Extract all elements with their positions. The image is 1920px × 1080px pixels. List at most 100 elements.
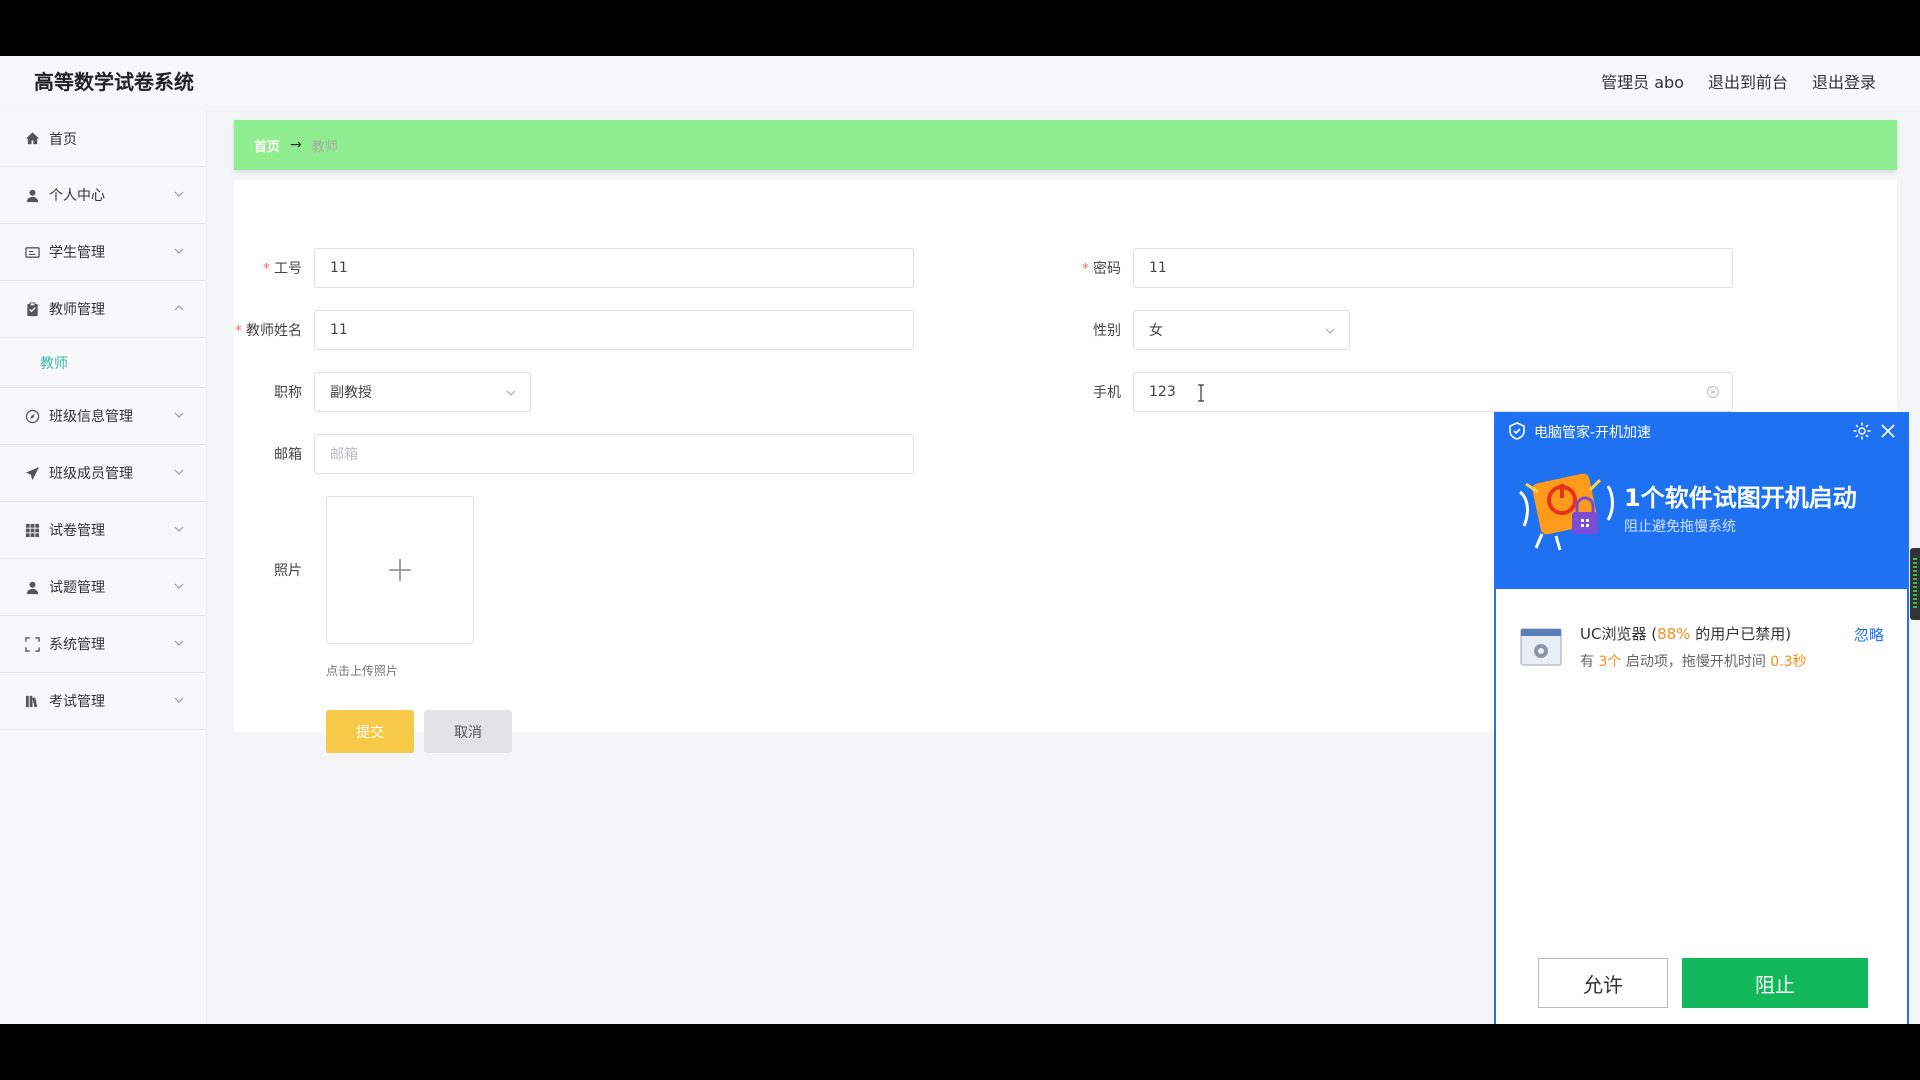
popup-subline: 阻止避免拖慢系统 <box>1624 519 1736 535</box>
ignore-link[interactable]: 忽略 <box>1854 624 1884 645</box>
sidebar-item-teacher-management[interactable]: 教师管理 <box>0 281 206 338</box>
sidebar-item-class-info[interactable]: 班级信息管理 <box>0 388 206 445</box>
mima-input[interactable]: 11 <box>1133 248 1733 288</box>
sidebar-item-label: 试题管理 <box>49 580 105 596</box>
gonghao-label: * 工号 <box>263 261 302 277</box>
chevron-down-icon <box>174 697 184 703</box>
upload-hint: 点击上传照片 <box>326 664 399 678</box>
user-icon <box>24 187 40 203</box>
zhicheng-label: 职称 <box>274 385 302 401</box>
admin-user-link[interactable]: 管理员 abo <box>1601 69 1684 93</box>
chevron-down-icon <box>174 191 184 197</box>
delay-time: 0.3秒 <box>1770 654 1807 670</box>
chevron-down-icon <box>174 412 184 418</box>
xingbie-value: 女 <box>1149 323 1163 339</box>
gonghao-input[interactable]: 11 <box>314 248 914 288</box>
cancel-button[interactable]: 取消 <box>424 710 512 753</box>
header-links: 管理员 abo 退出到前台 退出登录 <box>1601 69 1876 93</box>
sidebar-item-home[interactable]: 首页 <box>0 111 206 167</box>
breadcrumb-current: 教师 <box>311 139 338 155</box>
popup-detail-line: 有 3个 启动项，拖慢开机时间 0.3秒 <box>1580 651 1807 671</box>
disabled-percent: 88% <box>1657 625 1691 643</box>
clipboard-icon <box>24 301 40 317</box>
zhaopian-label: 照片 <box>274 563 302 579</box>
sidebar-item-label: 首页 <box>49 131 77 148</box>
shouji-input[interactable]: 123 <box>1133 372 1733 412</box>
popup-app-line: UC浏览器 (88% 的用户已禁用) <box>1580 623 1791 644</box>
jiaoshixingming-label: * 教师姓名 <box>235 323 302 339</box>
app-name: UC浏览器 <box>1580 625 1647 643</box>
library-icon <box>24 693 40 709</box>
chevron-down-icon <box>174 640 184 646</box>
send-icon <box>24 465 40 481</box>
field-row-gonghao: * 工号 11 <box>234 248 914 288</box>
jiaoshixingming-input[interactable]: 11 <box>314 310 914 350</box>
xingbie-select[interactable]: 女 <box>1133 310 1350 350</box>
submit-button[interactable]: 提交 <box>326 710 414 753</box>
field-row-shouji: 手机 123 <box>1053 372 1733 412</box>
detail-middle: 启动项，拖慢开机时间 <box>1621 654 1771 670</box>
pc-manager-popup: 电脑管家-开机加速 1个软件试图开机启动 阻止避免拖慢系统 UC浏览器 (88%… <box>1494 412 1909 1024</box>
logout-link[interactable]: 退出登录 <box>1812 69 1876 93</box>
sidebar: 首页 个人中心 学生管理 教师管理 教师 班级信息管理 班级成员管理 试卷管理 … <box>0 111 207 1024</box>
shouji-label: 手机 <box>1093 385 1121 401</box>
chevron-down-icon <box>174 583 184 589</box>
plus-icon <box>389 559 411 581</box>
sidebar-item-student-management[interactable]: 学生管理 <box>0 224 206 281</box>
sidebar-item-label: 个人中心 <box>49 188 105 204</box>
startup-count: 3个 <box>1598 654 1622 670</box>
id-card-icon <box>24 244 40 260</box>
gear-icon[interactable] <box>1852 421 1872 441</box>
sidebar-item-paper-management[interactable]: 试卷管理 <box>0 502 206 559</box>
sidebar-subitem-teacher[interactable]: 教师 <box>0 338 206 388</box>
field-row-xingbie: 性别 女 <box>1053 310 1350 350</box>
allow-button[interactable]: 允许 <box>1538 958 1668 1008</box>
sidebar-item-label: 学生管理 <box>49 245 105 261</box>
app-title: 高等数学试卷系统 <box>34 70 194 94</box>
shouji-value: 123 <box>1149 384 1176 400</box>
xingbie-label: 性别 <box>1093 323 1121 339</box>
pct-suffix: 的用户已禁用) <box>1690 625 1792 643</box>
breadcrumb: 首页 → 教师 <box>234 120 1897 170</box>
sidebar-item-personal-center[interactable]: 个人中心 <box>0 167 206 224</box>
sidebar-item-system-management[interactable]: 系统管理 <box>0 616 206 673</box>
breadcrumb-separator: → <box>290 137 302 153</box>
back-to-frontend-link[interactable]: 退出到前台 <box>1708 69 1788 93</box>
field-row-jiaoshixingming: * 教师姓名 11 <box>234 310 914 350</box>
mima-label: * 密码 <box>1082 261 1121 277</box>
sidebar-item-label: 班级信息管理 <box>49 409 133 425</box>
sidebar-item-question-management[interactable]: 试题管理 <box>0 559 206 616</box>
chevron-down-icon <box>1325 328 1335 334</box>
grid-icon <box>24 522 40 538</box>
sidebar-item-exam-management[interactable]: 考试管理 <box>0 673 206 730</box>
field-row-zhaopian: 照片 <box>234 560 314 580</box>
close-icon[interactable] <box>1880 423 1896 439</box>
side-scroll-handle[interactable] <box>1910 548 1920 620</box>
chevron-down-icon <box>506 390 516 396</box>
breadcrumb-home[interactable]: 首页 <box>254 136 280 155</box>
field-row-mima: * 密码 11 <box>1053 248 1733 288</box>
user-icon <box>24 579 40 595</box>
popup-title: 电脑管家-开机加速 <box>1534 425 1652 441</box>
field-row-youxiang: 邮箱 邮箱 <box>234 434 914 474</box>
chevron-down-icon <box>174 469 184 475</box>
text-cursor-icon <box>1198 384 1204 402</box>
chevron-down-icon <box>174 526 184 532</box>
screen: 高等数学试卷系统 管理员 abo 退出到前台 退出登录 首页 个人中心 学生管理… <box>0 56 1920 1024</box>
block-button[interactable]: 阻止 <box>1682 958 1868 1008</box>
chevron-down-icon <box>174 248 184 254</box>
popup-headline: 1个软件试图开机启动 <box>1624 484 1857 512</box>
zhicheng-select[interactable]: 副教授 <box>314 372 531 412</box>
sidebar-item-label: 教师管理 <box>49 302 105 318</box>
top-header: 高等数学试卷系统 管理员 abo 退出到前台 退出登录 <box>0 56 1920 106</box>
photo-upload-box[interactable] <box>326 496 474 644</box>
browser-app-icon <box>1520 628 1562 666</box>
home-icon <box>24 131 40 147</box>
youxiang-input[interactable]: 邮箱 <box>314 434 914 474</box>
youxiang-label: 邮箱 <box>274 447 302 463</box>
startup-lock-illustration <box>1518 473 1614 551</box>
clear-icon[interactable] <box>1706 385 1720 399</box>
sidebar-item-class-members[interactable]: 班级成员管理 <box>0 445 206 502</box>
zhicheng-value: 副教授 <box>330 385 372 401</box>
sidebar-item-label: 系统管理 <box>49 637 105 653</box>
